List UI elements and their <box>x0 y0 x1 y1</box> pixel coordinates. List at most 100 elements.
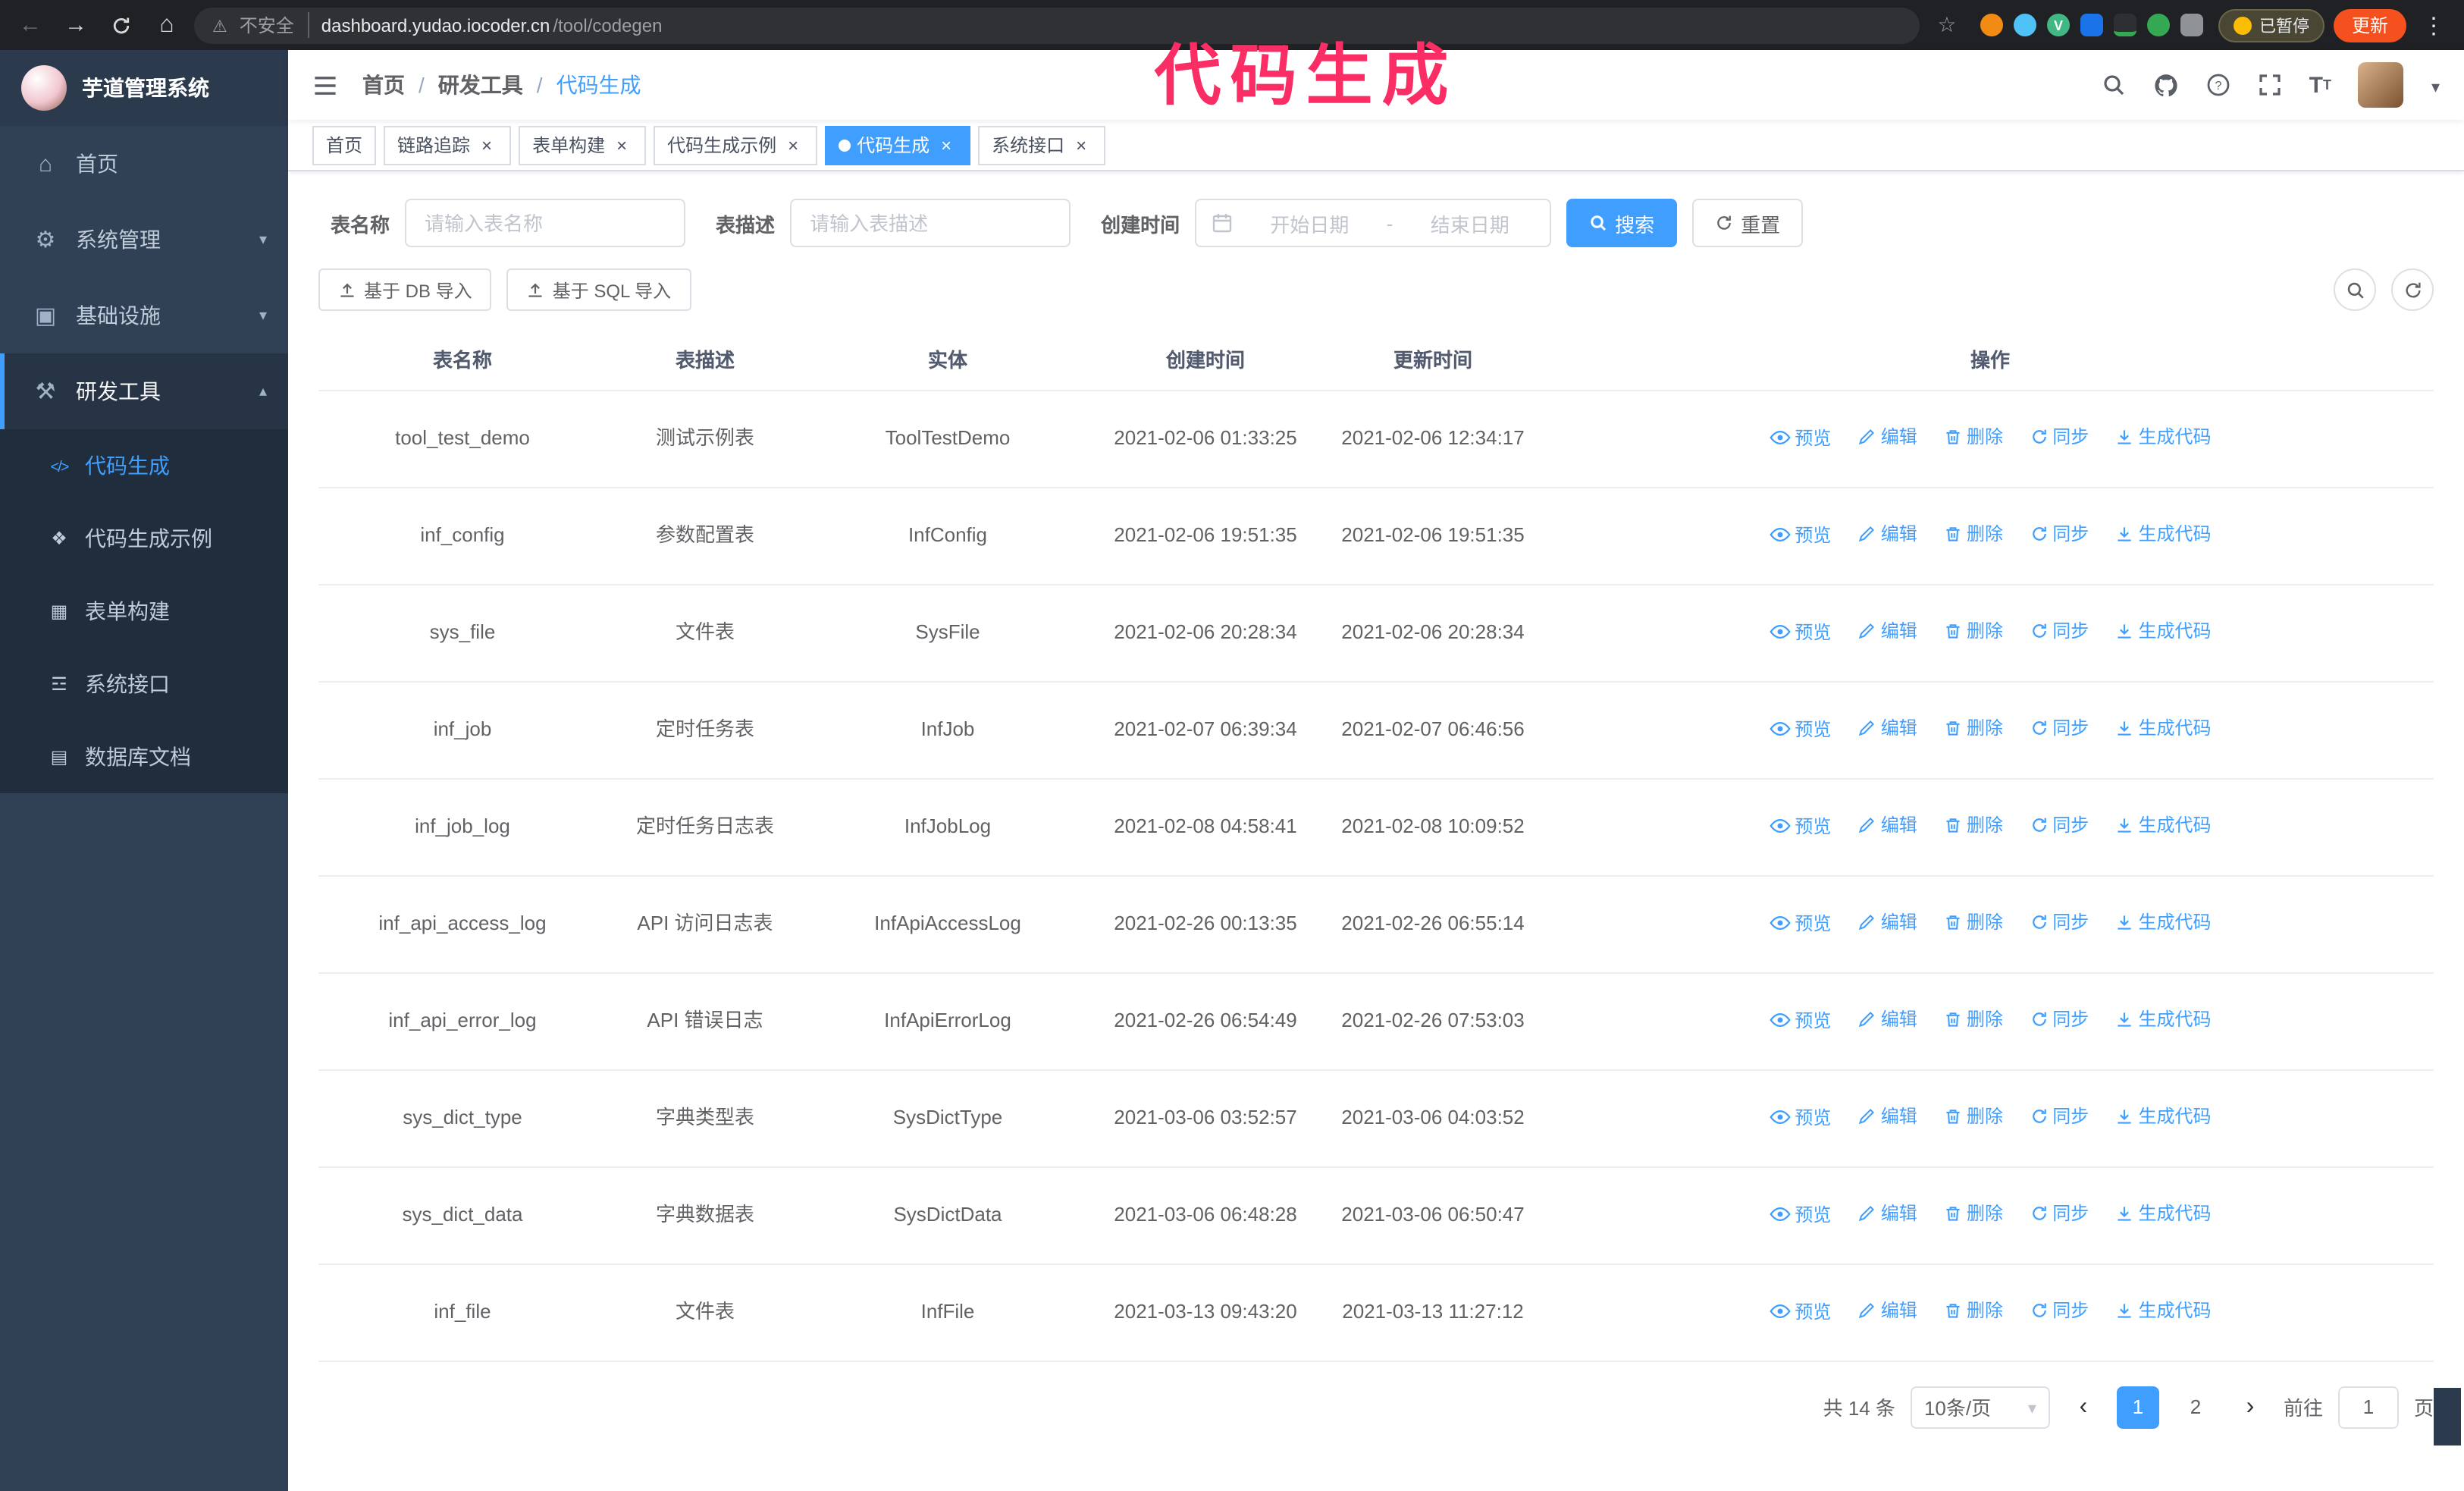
generate-code-link[interactable]: 生成代码 <box>2116 713 2212 743</box>
generate-code-link[interactable]: 生成代码 <box>2116 1198 2212 1229</box>
bookmark-star-icon[interactable] <box>1929 7 1965 43</box>
search-icon[interactable] <box>2102 73 2126 97</box>
extension-icon[interactable] <box>1980 14 2003 36</box>
delete-link[interactable]: 删除 <box>1944 1198 2003 1229</box>
preview-link[interactable]: 预览 <box>1769 422 1831 453</box>
refresh-table-button[interactable] <box>2391 268 2434 311</box>
sidebar-item[interactable]: 首页 <box>0 126 288 202</box>
preview-link[interactable]: 预览 <box>1769 519 1831 550</box>
address-bar[interactable]: 不安全 dashboard.yudao.iocoder.cn /tool/cod… <box>194 7 1920 43</box>
sidebar-subitem[interactable]: 表单构建 <box>0 575 288 648</box>
preview-link[interactable]: 预览 <box>1769 1296 1831 1326</box>
search-button[interactable]: 搜索 <box>1566 199 1678 247</box>
edit-link[interactable]: 编辑 <box>1858 907 1917 937</box>
page-number-button[interactable]: 1 <box>2116 1386 2159 1428</box>
generate-code-link[interactable]: 生成代码 <box>2116 1295 2212 1326</box>
delete-link[interactable]: 删除 <box>1944 616 2003 646</box>
fullscreen-icon[interactable] <box>2258 73 2282 97</box>
generate-code-link[interactable]: 生成代码 <box>2116 1004 2212 1034</box>
delete-link[interactable]: 删除 <box>1944 1101 2003 1132</box>
hamburger-icon[interactable] <box>312 74 338 96</box>
extension-icon[interactable] <box>2113 14 2136 36</box>
edit-link[interactable]: 编辑 <box>1858 1004 1917 1034</box>
delete-link[interactable]: 删除 <box>1944 422 2003 452</box>
avatar-caret-icon[interactable] <box>2431 74 2440 96</box>
generate-code-link[interactable]: 生成代码 <box>2116 519 2212 549</box>
delete-link[interactable]: 删除 <box>1944 713 2003 743</box>
help-icon[interactable]: ? <box>2206 73 2230 97</box>
sidebar-subitem[interactable]: 代码生成示例 <box>0 502 288 575</box>
edit-link[interactable]: 编辑 <box>1858 1198 1917 1229</box>
sync-link[interactable]: 同步 <box>2030 1295 2089 1326</box>
back-icon[interactable]: ← <box>12 7 49 43</box>
generate-code-link[interactable]: 生成代码 <box>2116 907 2212 937</box>
view-tab[interactable]: 表单构建 <box>519 125 647 165</box>
edit-link[interactable]: 编辑 <box>1858 616 1917 646</box>
sidebar-item[interactable]: 系统管理 <box>0 202 288 278</box>
preview-link[interactable]: 预览 <box>1769 714 1831 744</box>
sync-link[interactable]: 同步 <box>2030 810 2089 840</box>
reset-button[interactable]: 重置 <box>1692 199 1804 247</box>
date-end-placeholder[interactable]: 结束日期 <box>1405 209 1535 237</box>
generate-code-link[interactable]: 生成代码 <box>2116 616 2212 646</box>
github-icon[interactable] <box>2153 72 2179 98</box>
close-icon[interactable] <box>936 134 957 155</box>
sidebar-subitem[interactable]: 数据库文档 <box>0 720 288 793</box>
close-icon[interactable] <box>476 134 497 155</box>
security-label[interactable]: 不安全 <box>240 12 309 38</box>
edit-link[interactable]: 编辑 <box>1858 519 1917 549</box>
generate-code-link[interactable]: 生成代码 <box>2116 1101 2212 1132</box>
font-size-icon[interactable]: TT <box>2309 74 2331 96</box>
view-tab[interactable]: 系统接口 <box>978 125 1106 165</box>
close-icon[interactable] <box>782 134 804 155</box>
profile-paused-badge[interactable]: 已暂停 <box>2218 8 2324 42</box>
breadcrumb-item[interactable]: 代码生成 <box>537 70 641 100</box>
sync-link[interactable]: 同步 <box>2030 907 2089 937</box>
extension-icon[interactable] <box>2013 14 2036 36</box>
sync-link[interactable]: 同步 <box>2030 519 2089 549</box>
sidebar-item[interactable]: 研发工具 <box>0 353 288 429</box>
view-tab[interactable]: 链路追踪 <box>384 125 512 165</box>
sync-link[interactable]: 同步 <box>2030 1101 2089 1132</box>
preview-link[interactable]: 预览 <box>1769 617 1831 647</box>
generate-code-link[interactable]: 生成代码 <box>2116 810 2212 840</box>
sidebar-item[interactable]: 基础设施 <box>0 278 288 353</box>
preview-link[interactable]: 预览 <box>1769 1199 1831 1229</box>
reload-icon[interactable] <box>103 7 140 43</box>
table-desc-input[interactable] <box>790 199 1071 247</box>
date-start-placeholder[interactable]: 开始日期 <box>1245 209 1375 237</box>
preview-link[interactable]: 预览 <box>1769 1005 1831 1035</box>
corner-widget[interactable] <box>2434 1388 2461 1445</box>
goto-page-input[interactable] <box>2337 1386 2399 1428</box>
view-tab[interactable]: 代码生成示例 <box>654 125 818 165</box>
sidebar-subitem[interactable]: 系统接口 <box>0 648 288 720</box>
app-logo[interactable]: 芋道管理系统 <box>0 50 288 126</box>
edit-link[interactable]: 编辑 <box>1858 1101 1917 1132</box>
view-tab[interactable]: 代码生成 <box>825 125 971 165</box>
import-sql-button[interactable]: 基于 SQL 导入 <box>506 268 691 311</box>
delete-link[interactable]: 删除 <box>1944 810 2003 840</box>
generate-code-link[interactable]: 生成代码 <box>2116 422 2212 452</box>
sync-link[interactable]: 同步 <box>2030 616 2089 646</box>
sync-link[interactable]: 同步 <box>2030 1198 2089 1229</box>
import-db-button[interactable]: 基于 DB 导入 <box>318 268 492 311</box>
browser-update-button[interactable]: 更新 <box>2333 8 2406 42</box>
extension-icon[interactable] <box>2080 14 2103 36</box>
delete-link[interactable]: 删除 <box>1944 1295 2003 1326</box>
preview-link[interactable]: 预览 <box>1769 1102 1831 1132</box>
breadcrumb-item[interactable]: 研发工具 <box>419 70 523 100</box>
preview-link[interactable]: 预览 <box>1769 811 1831 841</box>
sync-link[interactable]: 同步 <box>2030 422 2089 452</box>
next-page-button[interactable]: › <box>2232 1386 2268 1428</box>
sidebar-subitem[interactable]: 代码生成 <box>0 429 288 502</box>
date-range-picker[interactable]: 开始日期 - 结束日期 <box>1195 199 1552 247</box>
delete-link[interactable]: 删除 <box>1944 519 2003 549</box>
page-number-button[interactable]: 2 <box>2174 1386 2217 1428</box>
edit-link[interactable]: 编辑 <box>1858 1295 1917 1326</box>
close-icon[interactable] <box>1071 134 1092 155</box>
view-tab[interactable]: 首页 <box>312 125 377 165</box>
user-avatar[interactable] <box>2358 62 2404 108</box>
prev-page-button[interactable]: ‹ <box>2065 1386 2102 1428</box>
page-size-select[interactable]: 10条/页 <box>1910 1386 2050 1428</box>
forward-icon[interactable]: → <box>58 7 94 43</box>
